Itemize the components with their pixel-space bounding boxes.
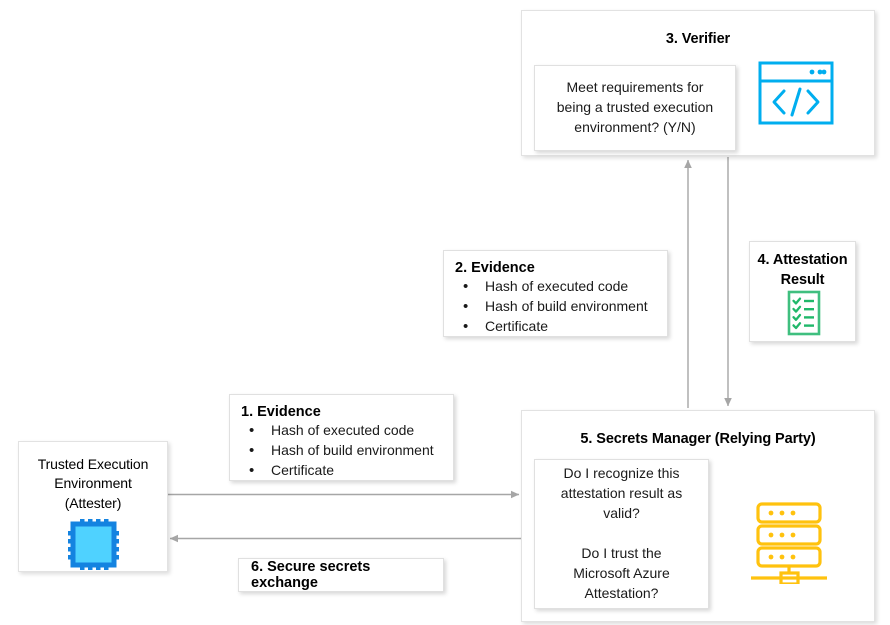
secrets-manager-title: 5. Secrets Manager (Relying Party) — [580, 431, 816, 447]
list-item: Hash of build environment — [241, 440, 443, 461]
attester-title: Trusted Execution Environment (Attester) — [37, 456, 149, 511]
attestation-flow-diagram: 3. Verifier Meet requirements for being … — [0, 0, 890, 625]
list-item: Hash of executed code — [241, 420, 443, 441]
cpu-chip-icon — [67, 518, 121, 572]
secrets-manager-panel: 5. Secrets Manager (Relying Party) Do I … — [521, 410, 875, 622]
list-item: Certificate — [241, 460, 443, 481]
attester-panel: Trusted Execution Environment (Attester) — [18, 441, 168, 572]
server-rack-icon — [744, 494, 834, 586]
list-item: Certificate — [455, 316, 657, 337]
secrets-manager-question-box: Do I recognize this attestation result a… — [534, 459, 709, 609]
verifier-question-box: Meet requirements for being a trusted ex… — [534, 65, 736, 151]
evidence-2-title: 2. Evidence — [455, 260, 535, 276]
evidence-1-box: 1. Evidence Hash of executed code Hash o… — [229, 394, 454, 481]
attestation-result-box: 4. Attestation Result — [749, 241, 856, 342]
evidence-1-list: Hash of executed code Hash of build envi… — [241, 420, 443, 481]
list-item: Hash of executed code — [455, 276, 657, 297]
attestation-result-title: 4. Attestation Result — [757, 252, 848, 288]
secure-exchange-label: 6. Secure secrets exchange — [251, 559, 371, 591]
checklist-icon — [780, 289, 828, 337]
evidence-2-list: Hash of executed code Hash of build envi… — [455, 276, 657, 337]
secure-exchange-box: 6. Secure secrets exchange — [238, 558, 444, 592]
verifier-question-text: Meet requirements for being a trusted ex… — [556, 79, 714, 135]
code-browser-icon — [756, 57, 836, 129]
list-item: Hash of build environment — [455, 296, 657, 317]
evidence-1-title: 1. Evidence — [241, 404, 321, 420]
secrets-manager-question-text: Do I recognize this attestation result a… — [560, 465, 683, 601]
evidence-2-box: 2. Evidence Hash of executed code Hash o… — [443, 250, 668, 337]
verifier-panel: 3. Verifier Meet requirements for being … — [521, 10, 875, 156]
verifier-title: 3. Verifier — [665, 31, 731, 47]
